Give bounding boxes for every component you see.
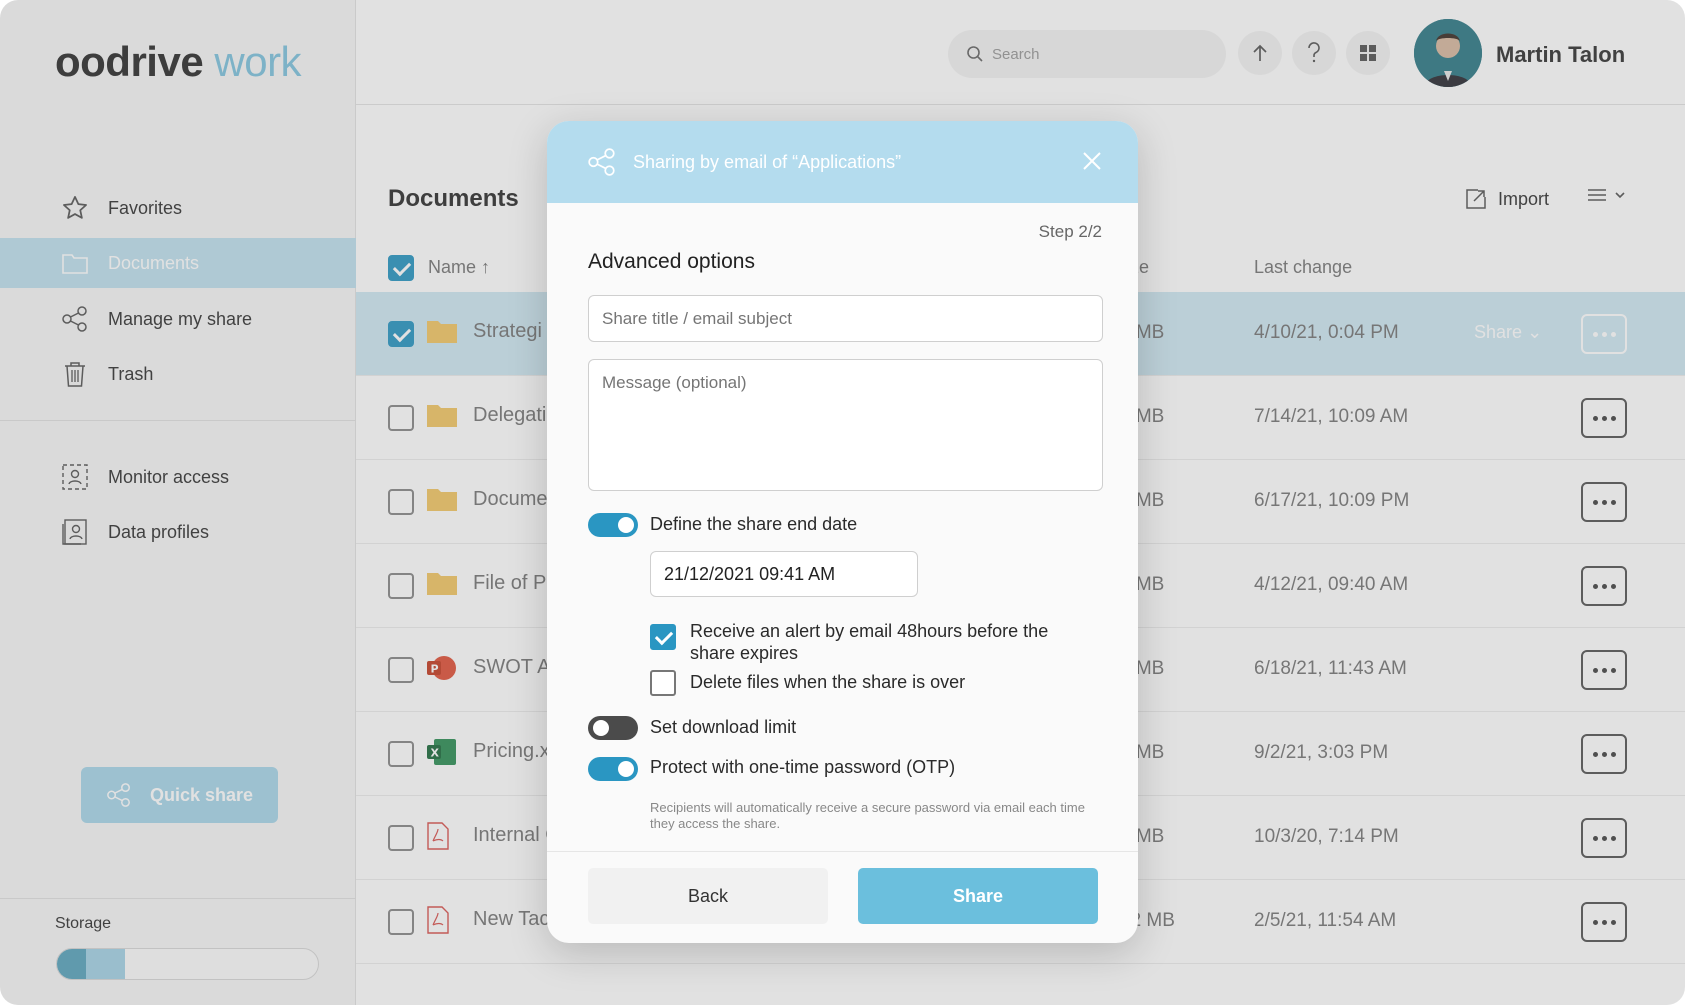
step-indicator: Step 2/2 (1038, 222, 1102, 241)
dialog-header: Sharing by email of “Applications” (547, 121, 1138, 203)
back-button[interactable]: Back (588, 868, 828, 924)
share-title-input[interactable] (588, 295, 1103, 342)
delete-files-checkbox[interactable] (650, 670, 676, 696)
toggle-knob (593, 720, 609, 736)
expiry-alert-checkbox[interactable] (650, 624, 676, 650)
otp-label: Protect with one-time password (OTP) (650, 757, 956, 777)
app-window: oodrive work Favorites Documents Manage … (0, 0, 1685, 1005)
expiry-alert-label: Receive an alert by email 48hours before… (690, 621, 1049, 663)
end-date-input[interactable]: 21/12/2021 09:41 AM (650, 551, 918, 597)
delete-files-label: Delete files when the share is over (690, 672, 966, 692)
end-date-toggle[interactable] (588, 513, 638, 537)
download-limit-label: Set download limit (650, 717, 797, 737)
dialog-title: Sharing by email of “Applications” (633, 151, 902, 172)
toggle-knob (618, 761, 634, 777)
otp-help-text: Recipients will automatically receive a … (650, 800, 1085, 831)
share-email-dialog: Sharing by email of “Applications” Step … (547, 121, 1138, 943)
section-title: Advanced options (588, 250, 755, 273)
share-button[interactable]: Share (858, 868, 1098, 924)
otp-toggle[interactable] (588, 757, 638, 781)
close-icon[interactable] (1080, 149, 1104, 173)
end-date-value: 21/12/2021 09:41 AM (664, 563, 836, 584)
toggle-knob (618, 517, 634, 533)
download-limit-toggle[interactable] (588, 716, 638, 740)
end-date-label: Define the share end date (650, 514, 858, 534)
share-icon (588, 148, 615, 176)
dialog-footer-divider (547, 851, 1138, 852)
message-input[interactable] (588, 359, 1103, 491)
